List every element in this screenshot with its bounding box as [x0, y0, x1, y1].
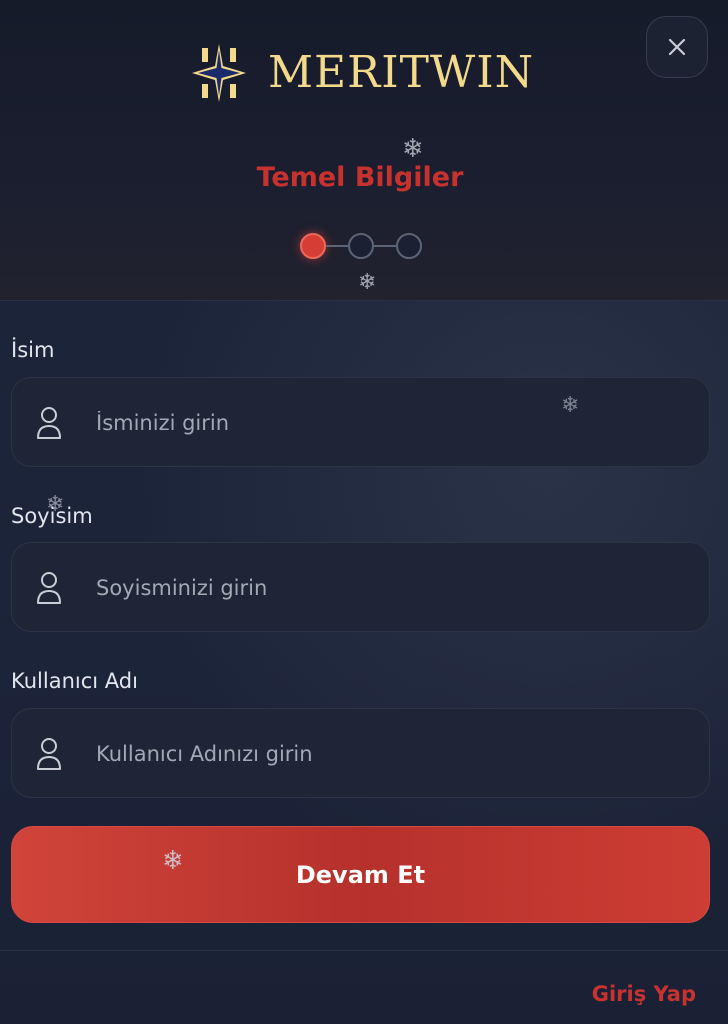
login-link[interactable]: Giriş Yap [592, 982, 696, 1006]
step-title: Temel Bilgiler [256, 162, 464, 193]
snowflake-icon: ❄ [46, 492, 65, 517]
username-field[interactable] [11, 708, 710, 799]
step-connector [326, 245, 348, 247]
user-icon [37, 572, 61, 604]
continue-button[interactable]: Devam Et [11, 826, 710, 923]
first-name-label: İsim [11, 338, 55, 362]
register-modal: MERITWIN Temel Bilgiler İsim Soyisim [0, 0, 728, 1024]
step-connector [374, 245, 396, 247]
continue-button-label: Devam Et [295, 860, 426, 889]
modal-header: MERITWIN Temel Bilgiler [0, 0, 728, 301]
user-icon [37, 738, 61, 770]
star-cross-logo-icon [192, 44, 246, 102]
close-icon [668, 38, 686, 56]
first-name-field[interactable] [11, 377, 710, 468]
footer-divider [0, 950, 728, 951]
username-input[interactable] [94, 709, 688, 799]
last-name-field[interactable] [11, 542, 710, 633]
username-label: Kullanıcı Adı [11, 669, 138, 693]
first-name-input[interactable] [94, 378, 688, 468]
step-indicator [300, 233, 424, 259]
brand-logo[interactable]: MERITWIN [190, 40, 534, 106]
step-dot-3 [396, 233, 422, 259]
close-button[interactable] [646, 16, 708, 78]
snowflake-icon: ❄ [162, 846, 184, 876]
step-dot-1 [300, 233, 326, 259]
snowflake-icon: ❄ [402, 134, 424, 164]
user-icon [37, 407, 61, 439]
brand-name: MERITWIN [268, 47, 535, 98]
last-name-input[interactable] [94, 543, 688, 633]
snowflake-icon: ❄ [358, 270, 377, 295]
snowflake-icon: ❄ [561, 393, 580, 418]
step-dot-2 [348, 233, 374, 259]
